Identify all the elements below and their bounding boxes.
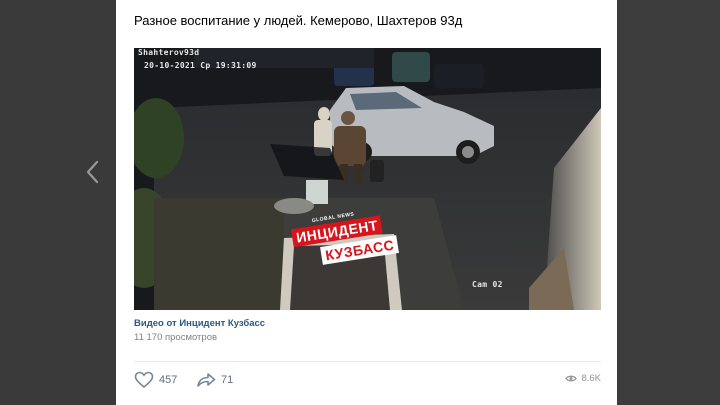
video-player[interactable]: Shahterov93d 20-10-2021 Ср 19:31:09 Cam …: [134, 48, 601, 310]
camera-id-overlay: Cam 02: [472, 280, 503, 289]
post-card: Разное воспитание у людей. Кемерово, Шах…: [116, 0, 617, 405]
like-button[interactable]: 457: [134, 370, 177, 390]
post-views-count: 8.6K: [581, 373, 601, 384]
viewer-backdrop-right: [617, 0, 720, 405]
video-views: 11 170 просмотров: [134, 332, 218, 343]
chevron-left-icon: [86, 160, 99, 184]
timestamp-overlay: 20-10-2021 Ср 19:31:09: [144, 61, 257, 70]
video-source-link[interactable]: Видео от Инцидент Кузбасс: [134, 318, 265, 329]
divider: [134, 361, 601, 362]
share-icon: [197, 373, 216, 387]
heart-icon: [134, 371, 154, 389]
camera-name-overlay: Shahterov93d: [138, 48, 200, 57]
viewer-backdrop-left: [0, 0, 116, 405]
post-views: 8.6K: [565, 373, 601, 384]
previous-post-button[interactable]: [82, 158, 104, 186]
eye-icon: [565, 375, 578, 382]
like-count: 457: [159, 374, 178, 386]
share-count: 71: [221, 374, 234, 386]
post-text: Разное воспитание у людей. Кемерово, Шах…: [134, 13, 463, 28]
share-button[interactable]: 71: [196, 370, 233, 390]
